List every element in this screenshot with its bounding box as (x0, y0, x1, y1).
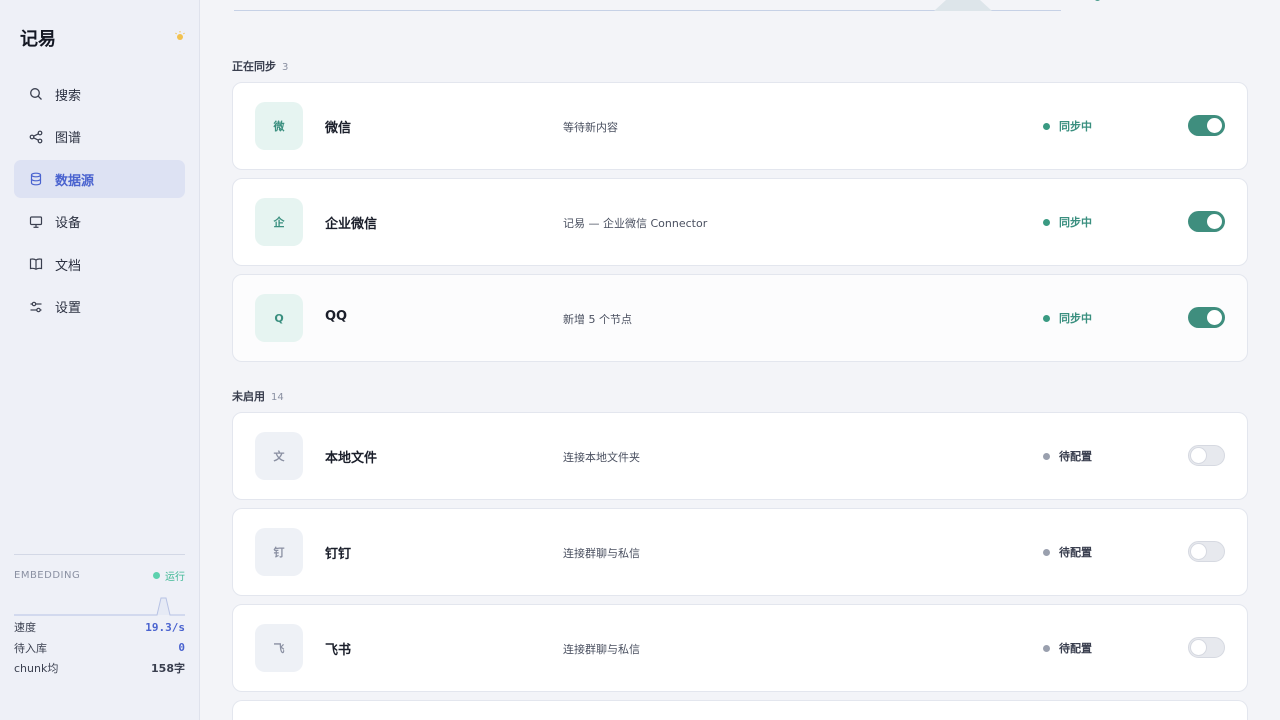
sidebar-nav: 搜索 图谱 数据源 设备 文档 设置 (14, 75, 185, 330)
datasource-card-dingtalk[interactable]: 钉 钉钉 连接群聊与私信 待配置 (232, 508, 1248, 596)
datasource-desc: 记易 — 企业微信 Connector (563, 217, 708, 230)
section-title-syncing: 正在同步 3 (232, 60, 289, 73)
datasource-desc: 新增 5 个节点 (563, 313, 632, 326)
sync-toggle[interactable] (1188, 445, 1225, 466)
search-icon (29, 87, 43, 101)
datasource-logo: Q (255, 294, 303, 342)
status-dot-icon (1043, 452, 1050, 460)
status-dot-icon (1043, 122, 1050, 130)
sidebar-item-devices[interactable]: 设备 (14, 203, 185, 241)
sidebar-item-label: 数据源 (55, 173, 95, 189)
datasource-name: 本地文件 (325, 451, 378, 466)
datasource-card-localfiles[interactable]: 文 本地文件 连接本地文件夹 待配置 (232, 412, 1248, 500)
sync-toggle[interactable] (1188, 211, 1225, 232)
status-badge: 同步中 (1043, 310, 1092, 326)
datasource-desc: 连接本地文件夹 (563, 451, 640, 464)
sliders-icon (29, 300, 43, 314)
status-badge: 同步中 (1043, 214, 1092, 230)
sync-toggle[interactable] (1188, 307, 1225, 328)
datasource-name: 微信 (325, 121, 352, 136)
sidebar-item-label: 设置 (55, 301, 82, 316)
embedding-label: EMBEDDING (14, 570, 81, 581)
sidebar-item-label: 文档 (55, 258, 82, 274)
datasource-logo: 文 (255, 432, 303, 480)
chart-legend (1094, 0, 1169, 1)
status-dot-icon (153, 572, 160, 579)
embedding-panel: EMBEDDING 运行 速度 19.3/s 待入库 0 chunk均 158字 (14, 554, 185, 679)
legend-dot-icon (1094, 0, 1101, 1)
datasource-name: 企业微信 (325, 217, 378, 232)
section-count: 3 (282, 62, 289, 73)
sidebar-item-label: 设备 (55, 216, 82, 231)
sun-icon[interactable] (174, 30, 186, 42)
monitor-icon (29, 215, 43, 229)
chart-peak (934, 0, 992, 11)
sidebar-item-datasource[interactable]: 数据源 (14, 160, 185, 198)
stat-row-chunk: chunk均 158字 (14, 662, 185, 676)
book-icon (29, 257, 43, 271)
sidebar: 记易 搜索 图谱 数据源 设备 文档 设置 EMBEDDING 运行 速度 19… (0, 0, 200, 720)
sidebar-item-label: 搜索 (55, 88, 82, 104)
datasource-logo: 钉 (255, 528, 303, 576)
status-dot-icon (1043, 644, 1050, 652)
sidebar-item-label: 图谱 (55, 131, 82, 146)
datasource-logo: 飞 (255, 624, 303, 672)
stat-row-pending: 待入库 0 (14, 641, 185, 655)
sidebar-item-settings[interactable]: 设置 (14, 288, 185, 326)
status-badge: 待配置 (1043, 448, 1092, 464)
datasource-card-partial[interactable] (232, 700, 1248, 720)
sync-toggle[interactable] (1188, 637, 1225, 658)
status-badge: 同步中 (1043, 118, 1092, 134)
section-count: 14 (271, 392, 284, 403)
sync-toggle[interactable] (1188, 115, 1225, 136)
datasource-card-wechat[interactable]: 微 微信 等待新内容 同步中 (232, 82, 1248, 170)
sidebar-item-docs[interactable]: 文档 (14, 245, 185, 283)
datasource-card-wecom[interactable]: 企 企业微信 记易 — 企业微信 Connector 同步中 (232, 178, 1248, 266)
datasource-desc: 连接群聊与私信 (563, 643, 640, 656)
datasource-desc: 连接群聊与私信 (563, 547, 640, 560)
datasource-name: 钉钉 (325, 547, 352, 562)
section-title-disabled: 未启用 14 (232, 390, 284, 403)
datasource-card-feishu[interactable]: 飞 飞书 连接群聊与私信 待配置 (232, 604, 1248, 692)
status-badge: 待配置 (1043, 544, 1092, 560)
datasource-logo: 微 (255, 102, 303, 150)
status-dot-icon (1043, 314, 1050, 322)
status-badge: 待配置 (1043, 640, 1092, 656)
datasource-card-qq[interactable]: Q QQ 新增 5 个节点 同步中 (232, 274, 1248, 362)
embedding-sparkline (14, 597, 185, 616)
datasource-name: QQ (325, 309, 348, 324)
status-dot-icon (1043, 548, 1050, 556)
sync-toggle[interactable] (1188, 541, 1225, 562)
sidebar-item-search[interactable]: 搜索 (14, 75, 185, 113)
app-title: 记易 (20, 29, 56, 50)
embedding-status: 运行 (153, 568, 185, 583)
datasource-name: 飞书 (325, 643, 352, 658)
database-icon (29, 172, 43, 186)
share-graph-icon (29, 130, 43, 144)
datasource-desc: 等待新内容 (563, 121, 618, 134)
status-dot-icon (1043, 218, 1050, 226)
sidebar-item-graph[interactable]: 图谱 (14, 118, 185, 156)
datasource-logo: 企 (255, 198, 303, 246)
stat-row-speed: 速度 19.3/s (14, 620, 185, 635)
